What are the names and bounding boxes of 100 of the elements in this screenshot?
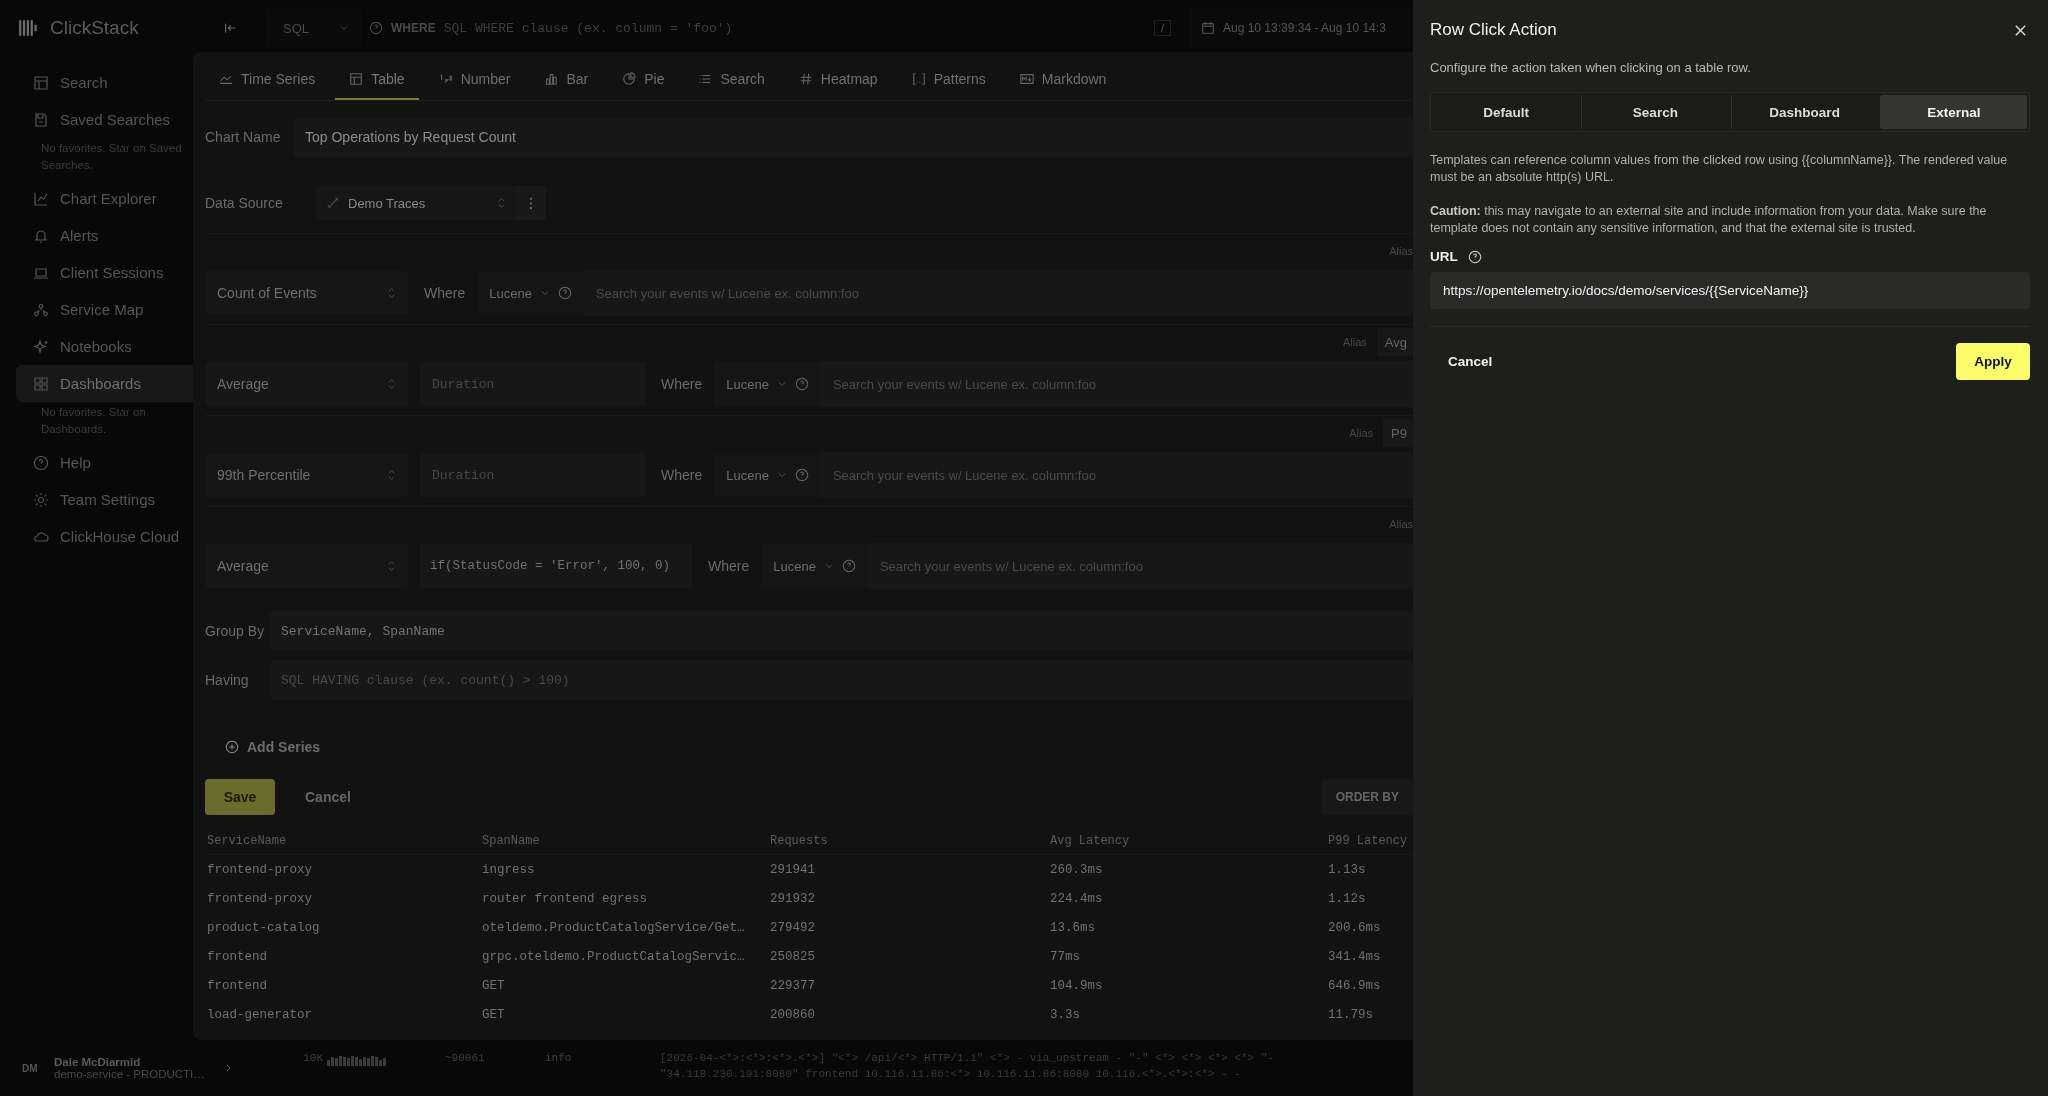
column-header[interactable]: P99 Latency [1326, 834, 1413, 848]
where-label: Where [661, 467, 703, 483]
where-label: WHERE [391, 21, 436, 35]
help-icon [557, 286, 572, 300]
data-source-label: Data Source [205, 195, 284, 211]
chart-icon [33, 190, 49, 207]
caret-icon [539, 288, 550, 298]
table-cell-text: frontend-proxy [206, 862, 314, 877]
caret-icon [776, 470, 787, 480]
column-header[interactable]: Avg Latency [1048, 834, 1326, 848]
table-cell-text: 341.4ms [1327, 949, 1382, 964]
aggregation-select[interactable]: Average [205, 362, 408, 406]
sidebar-item[interactable]: Service Map [16, 291, 193, 328]
where-label: Where [708, 558, 750, 574]
help-icon [33, 454, 49, 471]
sidebar-item[interactable]: Notebooks [16, 328, 193, 365]
table-cell-text: router frontend egress [481, 891, 649, 906]
table-cell-text: 77ms [1049, 949, 1081, 964]
more-icon [529, 196, 533, 210]
column-header[interactable]: SpanName [480, 834, 768, 848]
sidebar-item[interactable]: Search [16, 64, 193, 101]
column-header[interactable]: ServiceName [205, 834, 480, 848]
chart-type-tab[interactable]: Markdown [1005, 52, 1121, 100]
action-type-tab[interactable]: Search [1581, 95, 1729, 129]
chart-type-tab[interactable]: Time Series [205, 52, 330, 100]
save-button[interactable]: Save [205, 779, 275, 815]
caution-text: Caution: this may navigate to an external site and include information from your data. Make sure the template does not contain any sensitive information, and that the external site is trusted. [1430, 203, 1988, 237]
brackets-icon [911, 72, 926, 86]
caret-icon [339, 23, 349, 33]
list-icon [698, 72, 713, 86]
group-by-field[interactable]: ServiceName, SpanName [269, 611, 1413, 651]
chart-type-tab[interactable]: Pie [608, 52, 679, 100]
shortcut-key: / [1153, 20, 1171, 36]
column-header[interactable]: Requests [768, 834, 1048, 848]
markdown-icon [1019, 72, 1034, 86]
chart-name-field[interactable]: Top Operations by Request Count [293, 117, 1413, 157]
cancel-button[interactable]: Cancel [1430, 343, 1511, 380]
select-arrows-icon [387, 560, 396, 572]
help-icon [794, 468, 809, 482]
action-type-tab[interactable]: External [1879, 95, 2027, 129]
chart-name-label: Chart Name [205, 129, 282, 145]
table-cell-text: 291932 [769, 891, 816, 906]
chart-type-tab[interactable]: Number [424, 52, 525, 100]
table-cell-text: 200.6ms [1327, 920, 1382, 935]
aggregation-select[interactable]: Count of Events [205, 271, 408, 315]
aggregation-select[interactable]: Average [205, 544, 408, 588]
help-icon [794, 377, 809, 391]
table-icon [349, 72, 364, 86]
table-cell-text: 3.3s [1049, 1007, 1081, 1022]
sidebar-item[interactable]: Team Settings [16, 481, 193, 518]
chart-type-tab[interactable]: Heatmap [784, 52, 892, 100]
floppy-icon [33, 111, 49, 128]
select-arrows-icon [387, 378, 396, 390]
chart-type-tab[interactable]: Bar [530, 52, 603, 100]
sidebar-item[interactable]: Client Sessions [16, 254, 193, 291]
table-cell-text: 200860 [769, 1007, 816, 1022]
sidebar-item[interactable]: Chart Explorer [16, 180, 193, 217]
time-range-text: Aug 10 13:39:34 - Aug 10 14:3 [1223, 21, 1386, 35]
app-logo: ClickStack [50, 17, 139, 39]
chart-type-tab[interactable]: Table [335, 52, 419, 100]
table-cell-text: 13.6ms [1049, 920, 1096, 935]
action-type-tab[interactable]: Dashboard [1730, 95, 1878, 129]
table-cell-text: product-catalog [206, 920, 321, 935]
calendar-icon [1201, 21, 1215, 35]
hash-icon [798, 72, 813, 86]
aggregation-select[interactable]: 99th Percentile [205, 453, 408, 497]
select-arrows-icon [497, 197, 506, 209]
gear-icon [33, 491, 49, 508]
team-name: demo-service - PRODUCTI… [54, 1068, 206, 1080]
link-icon [326, 196, 340, 210]
select-arrows-icon [387, 469, 396, 481]
cancel-button[interactable]: Cancel [293, 779, 363, 815]
apply-button[interactable]: Apply [1956, 343, 2030, 380]
table-cell-text: 229377 [769, 978, 816, 993]
url-field[interactable]: https://opentelemetry.io/docs/demo/services/{{ServiceName}} [1430, 272, 2030, 309]
data-source-select[interactable]: Demo Traces [316, 186, 516, 220]
action-type-tab[interactable]: Default [1433, 95, 1580, 129]
drawer-title: Row Click Action [1430, 20, 1557, 40]
collapse-icon[interactable] [222, 21, 237, 35]
order-by-button[interactable]: ORDER BY [1321, 779, 1413, 815]
user-initials: DM [22, 1062, 39, 1074]
table-cell-text: 104.9ms [1049, 978, 1104, 993]
having-label: Having [205, 672, 250, 688]
sidebar-item[interactable]: Alerts [16, 217, 193, 254]
sidebar-item[interactable]: Saved Searches [16, 101, 193, 138]
nodes-icon [33, 301, 49, 318]
alias-field[interactable]: P9 [1383, 419, 1413, 447]
chart-type-tab[interactable]: Patterns [897, 52, 1000, 100]
expression-field[interactable]: if(StatusCode = 'Error', 100, 0) [420, 544, 692, 588]
table-cell-text: 291941 [769, 862, 816, 877]
alias-field[interactable]: Avg [1376, 328, 1413, 356]
sidebar-item[interactable]: ClickHouse Cloud [16, 518, 193, 555]
sidebar-item[interactable]: Dashboards [16, 365, 193, 402]
caret-icon [823, 561, 834, 571]
sidebar-item[interactable]: Help [16, 444, 193, 481]
add-series-button[interactable]: Add Series [225, 737, 335, 757]
chart-type-tab[interactable]: Search [684, 52, 779, 100]
table-cell-text: 1.13s [1327, 862, 1367, 877]
url-label: URL [1430, 249, 1458, 264]
logo-icon [18, 17, 40, 39]
